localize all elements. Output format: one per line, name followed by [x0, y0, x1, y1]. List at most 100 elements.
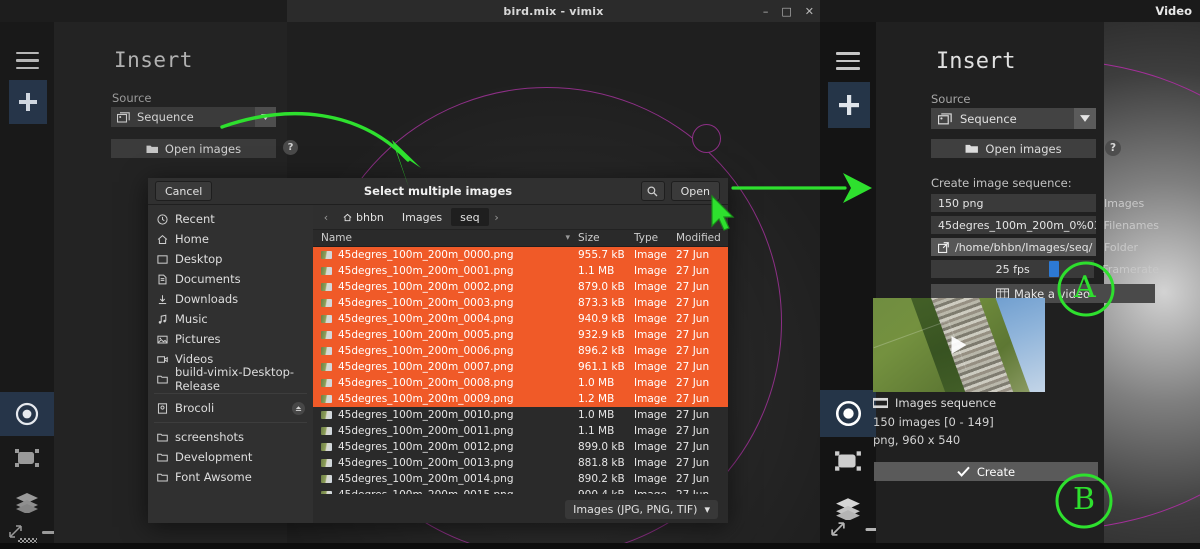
file-chooser-dialog: Cancel Select multiple images Open Recen… [148, 178, 728, 523]
filenames-caption: Filenames [1104, 219, 1159, 232]
file-thumbnail-icon [321, 299, 332, 307]
table-row[interactable]: 45degres_100m_200m_0000.png955.7 kBImage… [313, 247, 728, 263]
table-row[interactable]: 45degres_100m_200m_0010.png1.0 MBImage27… [313, 407, 728, 423]
chevron-down-icon[interactable] [255, 107, 276, 127]
create-label: Create [977, 465, 1015, 479]
folder-caption: Folder [1104, 241, 1138, 254]
framerate-slider[interactable]: 25 fps [931, 260, 1094, 278]
help-icon[interactable]: ? [1105, 140, 1121, 156]
table-row[interactable]: 45degres_100m_200m_0003.png873.3 kBImage… [313, 295, 728, 311]
place-item[interactable]: Documents [148, 269, 313, 289]
resize-icon[interactable] [830, 521, 846, 537]
canvas-node-handle[interactable] [692, 124, 721, 153]
file-browser: ‹ bhbnImagesseq › Name ▾ Size Type Modif… [313, 205, 728, 523]
open-button[interactable]: Open [671, 181, 720, 201]
open-images-button[interactable]: Open images [931, 139, 1096, 158]
eject-icon[interactable] [292, 402, 305, 415]
file-list[interactable]: 45degres_100m_200m_0000.png955.7 kBImage… [313, 247, 728, 494]
close-button[interactable]: ✕ [805, 6, 814, 17]
tool-source[interactable] [820, 390, 876, 437]
desktop-icon [157, 254, 168, 265]
resize-icon[interactable] [8, 524, 23, 539]
cancel-button[interactable]: Cancel [155, 181, 212, 201]
place-item[interactable]: Recent [148, 209, 313, 229]
file-type: Image [634, 377, 676, 389]
menu-icon[interactable] [16, 52, 39, 69]
add-source-button[interactable] [9, 80, 47, 124]
help-icon[interactable]: ? [283, 140, 298, 155]
table-row[interactable]: 45degres_100m_200m_0015.png900.4 kBImage… [313, 487, 728, 494]
table-row[interactable]: 45degres_100m_200m_0013.png881.8 kBImage… [313, 455, 728, 471]
file-name: 45degres_100m_200m_0005.png [338, 329, 514, 341]
column-modified[interactable]: Modified [676, 232, 728, 244]
file-name-cell: 45degres_100m_200m_0005.png [313, 329, 578, 341]
music-icon [157, 314, 168, 325]
place-item[interactable]: Font Awsome [148, 467, 313, 487]
search-button[interactable] [641, 181, 665, 201]
tool-geometry[interactable] [0, 436, 54, 480]
folder-value-button[interactable]: /home/bhbn/Images/seq/ [931, 238, 1096, 256]
add-source-button[interactable] [828, 82, 870, 128]
menu-icon[interactable] [836, 52, 860, 70]
window-title: bird.mix - vimix [503, 5, 603, 18]
places-sidebar[interactable]: RecentHomeDesktopDocumentsDownloadsMusic… [148, 205, 313, 523]
target-icon [15, 402, 39, 426]
minimize-button[interactable]: – [763, 6, 769, 17]
maximize-button[interactable]: □ [781, 6, 791, 17]
table-row[interactable]: 45degres_100m_200m_0012.png899.0 kBImage… [313, 439, 728, 455]
table-row[interactable]: 45degres_100m_200m_0009.png1.2 MBImage27… [313, 391, 728, 407]
path-back-icon[interactable]: ‹ [318, 208, 334, 226]
folder-icon [157, 432, 168, 443]
open-images-button[interactable]: Open images [111, 139, 276, 158]
filenames-value[interactable]: 45degres_100m_200m_0%03d [931, 216, 1096, 234]
plus-icon [837, 93, 861, 117]
file-name-cell: 45degres_100m_200m_0013.png [313, 457, 578, 469]
table-row[interactable]: 45degres_100m_200m_0008.png1.0 MBImage27… [313, 375, 728, 391]
play-icon[interactable] [952, 336, 967, 354]
column-size[interactable]: Size [578, 232, 634, 244]
file-filter-select[interactable]: Images (JPG, PNG, TIF) ▾ [565, 500, 718, 519]
chevron-down-icon[interactable] [1074, 108, 1096, 129]
page-title: Insert [936, 49, 1015, 74]
place-item[interactable]: build-vimix-Desktop-Release [148, 369, 313, 389]
breadcrumb-item[interactable]: Images [393, 208, 451, 226]
file-name: 45degres_100m_200m_0013.png [338, 457, 514, 469]
place-item[interactable]: Music [148, 309, 313, 329]
table-row[interactable]: 45degres_100m_200m_0006.png896.2 kBImage… [313, 343, 728, 359]
place-item[interactable]: Brocoli [148, 398, 313, 418]
breadcrumb-item[interactable]: seq [451, 208, 488, 226]
table-row[interactable]: 45degres_100m_200m_0004.png940.9 kBImage… [313, 311, 728, 327]
table-row[interactable]: 45degres_100m_200m_0001.png1.1 MBImage27… [313, 263, 728, 279]
file-name: 45degres_100m_200m_0000.png [338, 249, 514, 261]
sequence-preview-thumbnail[interactable] [873, 298, 1045, 392]
tool-layers[interactable] [0, 480, 54, 524]
create-button[interactable]: Create [874, 462, 1098, 481]
place-item[interactable]: screenshots [148, 427, 313, 447]
place-item[interactable]: Development [148, 447, 313, 467]
place-item[interactable]: Home [148, 229, 313, 249]
source-label: Source [112, 91, 152, 105]
table-row[interactable]: 45degres_100m_200m_0005.png932.9 kBImage… [313, 327, 728, 343]
file-size: 961.1 kB [578, 361, 634, 373]
table-row[interactable]: 45degres_100m_200m_0014.png890.2 kBImage… [313, 471, 728, 487]
breadcrumb-item[interactable]: bhbn [334, 208, 393, 226]
table-row[interactable]: 45degres_100m_200m_0002.png879.0 kBImage… [313, 279, 728, 295]
source-select[interactable]: Sequence [111, 107, 276, 127]
place-item[interactable]: Downloads [148, 289, 313, 309]
path-forward-icon[interactable]: › [489, 208, 505, 226]
file-type: Image [634, 361, 676, 373]
place-item[interactable]: Pictures [148, 329, 313, 349]
framerate-handle[interactable] [1049, 261, 1059, 277]
table-row[interactable]: 45degres_100m_200m_0011.png1.1 MBImage27… [313, 423, 728, 439]
home-icon [343, 213, 352, 222]
images-value[interactable]: 150 png [931, 194, 1096, 212]
column-type[interactable]: Type [634, 232, 676, 244]
tool-geometry[interactable] [820, 437, 876, 484]
place-item[interactable]: Desktop [148, 249, 313, 269]
table-row[interactable]: 45degres_100m_200m_0007.png961.1 kBImage… [313, 359, 728, 375]
column-name[interactable]: Name ▾ [313, 232, 578, 244]
file-modified: 27 Jun [676, 265, 728, 277]
source-select[interactable]: Sequence [931, 108, 1096, 129]
tool-source[interactable] [0, 392, 54, 436]
file-name: 45degres_100m_200m_0002.png [338, 281, 514, 293]
